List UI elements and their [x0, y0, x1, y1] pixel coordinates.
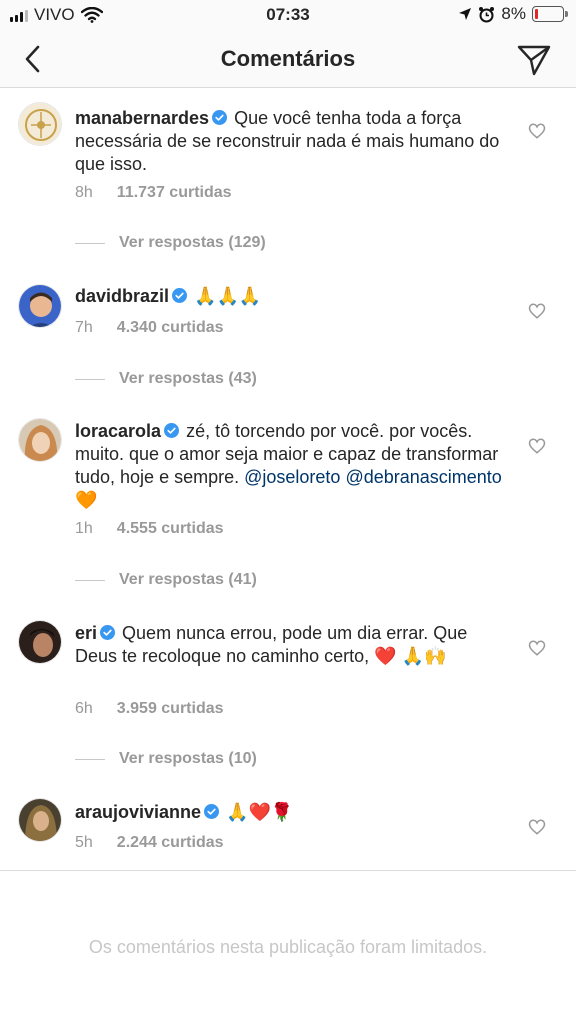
location-arrow-icon	[459, 8, 472, 20]
status-bar: VIVO 07:33 8%	[0, 0, 576, 30]
battery-icon	[532, 6, 568, 22]
comment-meta: 8h 11.737 curtidas	[75, 184, 232, 202]
alarm-icon	[479, 6, 495, 22]
view-replies-button[interactable]: Ver respostas (43)	[75, 369, 257, 389]
comment-time: 5h	[75, 834, 93, 851]
comment-text: davidbrazil 🙏🙏🙏	[75, 285, 505, 308]
battery-percent: 8%	[501, 4, 526, 23]
navigation-bar: Comentários	[0, 30, 576, 88]
verified-badge-icon	[172, 288, 188, 303]
avatar[interactable]	[18, 620, 62, 664]
comment-username[interactable]: araujovivianne	[75, 802, 201, 822]
comment-time: 7h	[75, 319, 93, 336]
comment-username[interactable]: loracarola	[75, 421, 161, 441]
verified-badge-icon	[204, 804, 220, 819]
comment-likes[interactable]: 4.555 curtidas	[117, 520, 224, 537]
view-replies-label: Ver respostas (43)	[119, 370, 257, 387]
heart-outline-icon[interactable]	[528, 122, 546, 140]
heart-outline-icon[interactable]	[528, 818, 546, 836]
view-replies-label: Ver respostas (129)	[119, 234, 266, 251]
comment-text: loracarola zé, tô torcendo por você. por…	[75, 420, 505, 512]
comment-likes[interactable]: 2.244 curtidas	[117, 834, 224, 851]
verified-badge-icon	[212, 110, 228, 125]
direct-send-button[interactable]	[516, 42, 552, 78]
comment-mentions[interactable]: @joseloreto @debranascimento	[244, 467, 502, 487]
comment-body: Quem nunca errou, pode um dia errar. Que…	[75, 623, 468, 666]
heart-outline-icon[interactable]	[528, 437, 546, 455]
heart-outline-icon[interactable]	[528, 639, 546, 657]
comment-meta: 6h 3.959 curtidas	[75, 700, 224, 718]
comment-time: 1h	[75, 520, 93, 537]
comments-limited-notice: Os comentários nesta publicação foram li…	[88, 937, 488, 957]
avatar[interactable]	[18, 798, 62, 842]
view-replies-label: Ver respostas (10)	[119, 750, 257, 767]
replies-line	[75, 242, 105, 244]
replies-line	[75, 579, 105, 581]
comment-likes[interactable]: 3.959 curtidas	[117, 700, 224, 717]
view-replies-label: Ver respostas (41)	[119, 571, 257, 588]
avatar[interactable]	[18, 284, 62, 328]
replies-line	[75, 378, 105, 380]
comment-body: 🙏❤️🌹	[226, 802, 294, 822]
comment-likes[interactable]: 4.340 curtidas	[117, 319, 224, 336]
direct-send-icon	[517, 45, 551, 76]
verified-badge-icon	[164, 423, 180, 438]
comment-meta: 7h 4.340 curtidas	[75, 319, 224, 337]
comment-emoji: 🧡	[75, 490, 98, 510]
comment-meta: 1h 4.555 curtidas	[75, 520, 224, 538]
comment-username[interactable]: manabernardes	[75, 108, 209, 128]
view-replies-button[interactable]: Ver respostas (41)	[75, 570, 257, 590]
comment-username[interactable]: eri	[75, 623, 97, 643]
comment-text: eri Quem nunca errou, pode um dia errar.…	[75, 622, 505, 668]
avatar[interactable]	[18, 102, 62, 146]
page-title: Comentários	[220, 46, 356, 71]
comment-text: manabernardes Que você tenha toda a forç…	[75, 107, 505, 176]
comment-meta: 5h 2.244 curtidas	[75, 834, 224, 852]
view-replies-button[interactable]: Ver respostas (129)	[75, 233, 266, 253]
comment-username[interactable]: davidbrazil	[75, 286, 169, 306]
comment-likes[interactable]: 11.737 curtidas	[117, 184, 232, 201]
heart-outline-icon[interactable]	[528, 302, 546, 320]
verified-badge-icon	[100, 625, 116, 640]
avatar[interactable]	[18, 418, 62, 462]
comment-text: araujovivianne 🙏❤️🌹	[75, 801, 505, 824]
status-right: 8%	[458, 4, 568, 24]
comment-time: 8h	[75, 184, 93, 201]
replies-line	[75, 758, 105, 760]
comment-body: 🙏🙏🙏	[194, 286, 262, 306]
view-replies-button[interactable]: Ver respostas (10)	[75, 749, 257, 769]
comment-time: 6h	[75, 700, 93, 717]
section-divider	[0, 870, 576, 871]
